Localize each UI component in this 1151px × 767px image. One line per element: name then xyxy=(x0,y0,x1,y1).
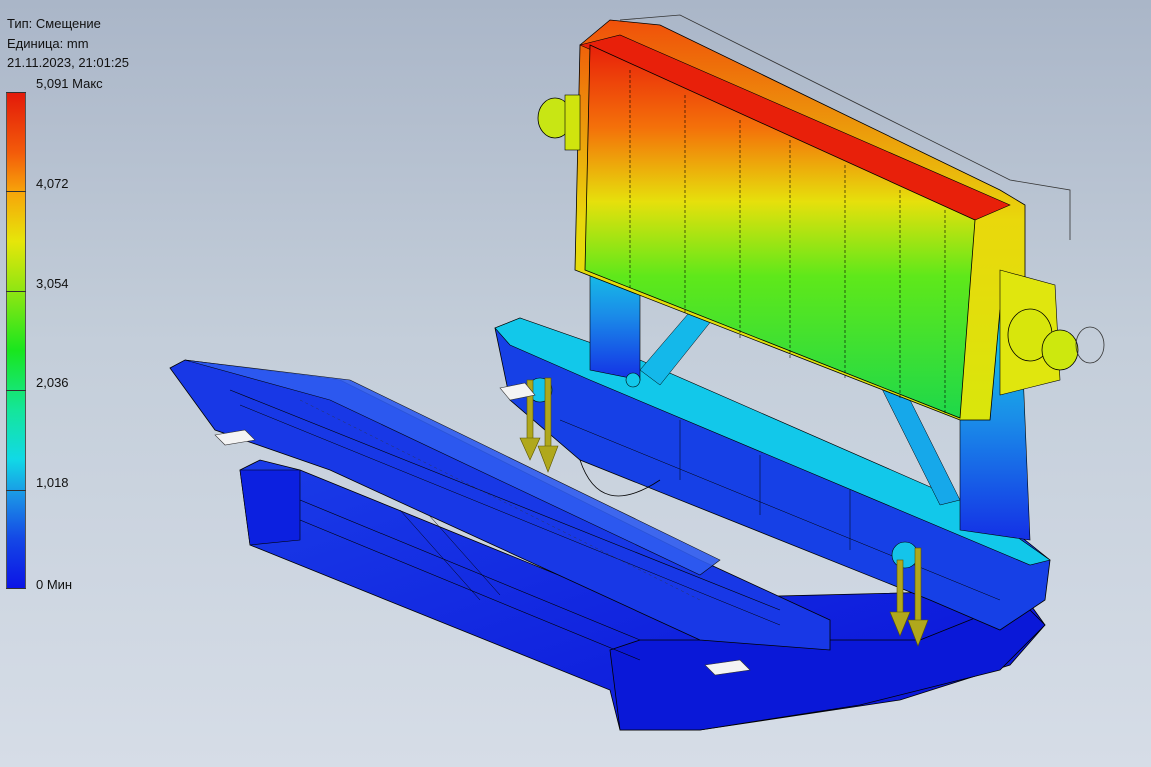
fea-model-viewport[interactable] xyxy=(0,0,1151,767)
right-hinge-bracket xyxy=(999,269,1105,396)
left-hinge xyxy=(537,94,581,151)
